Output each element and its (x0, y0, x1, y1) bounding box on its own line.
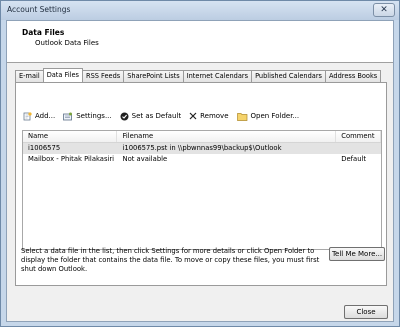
toolbar: Add... Settings... Set as Default Remove… (23, 110, 307, 122)
open-folder-button[interactable]: Open Folder... (236, 112, 300, 121)
title-bar[interactable]: Account Settings ✕ (1, 1, 399, 20)
tab-sharepoint-lists[interactable]: SharePoint Lists (123, 70, 184, 82)
column-header-comment[interactable]: Comment (336, 131, 381, 142)
header-title: Data Files (22, 28, 65, 37)
dialog-header: Data Files Outlook Data Files (7, 21, 393, 63)
remove-label: Remove (200, 112, 229, 120)
settings-icon (63, 112, 73, 120)
row-name: Mailbox - Phitak Pilakasiri (28, 155, 115, 163)
tab-email[interactable]: E-mail (15, 70, 44, 82)
account-settings-window: Account Settings ✕ Data Files Outlook Da… (0, 0, 400, 327)
open-folder-label: Open Folder... (250, 112, 300, 120)
add-button[interactable]: Add... (23, 111, 56, 121)
remove-x-icon (189, 112, 197, 120)
tab-strip: E-mail Data Files RSS Feeds SharePoint L… (15, 68, 382, 82)
description-text: Select a data file in the list, then cli… (21, 247, 320, 273)
set-as-default-button[interactable]: Set as Default (120, 112, 181, 121)
row-comment (336, 143, 381, 154)
tab-address-books[interactable]: Address Books (325, 70, 382, 82)
close-button[interactable]: Close (344, 305, 388, 319)
dialog-client-area: Data Files Outlook Data Files E-mail Dat… (6, 20, 394, 322)
row-name: i1006575 (28, 144, 61, 152)
list-row[interactable]: i1006575 i1006575.pst in \\pbwnnas99\bac… (23, 143, 381, 154)
remove-button[interactable]: Remove (189, 112, 229, 120)
header-subtitle: Outlook Data Files (35, 39, 99, 47)
set-default-label: Set as Default (131, 112, 182, 120)
add-label: Add... (35, 112, 56, 120)
row-filename: Not available (122, 155, 168, 163)
row-filename: i1006575.pst in \\pbwnnas99\backup$\Outl… (122, 144, 282, 152)
checkmark-circle-icon (120, 112, 129, 120)
tab-data-files[interactable]: Data Files (42, 68, 83, 82)
add-file-icon (23, 111, 32, 120)
row-comment: Default (341, 155, 367, 163)
tab-internet-calendars[interactable]: Internet Calendars (182, 70, 253, 82)
list-header: Name Filename Comment (23, 131, 381, 143)
data-files-list[interactable]: Name Filename Comment i1006575 i1006575.… (22, 130, 382, 250)
window-title: Account Settings (7, 5, 71, 14)
tell-me-more-button[interactable]: Tell Me More... (329, 247, 385, 261)
folder-icon (236, 112, 247, 121)
window-close-button[interactable]: ✕ (373, 3, 395, 17)
tab-rss-feeds[interactable]: RSS Feeds (82, 70, 125, 82)
column-header-filename[interactable]: Filename (117, 131, 337, 142)
settings-label: Settings... (76, 112, 112, 120)
list-row[interactable]: Mailbox - Phitak Pilakasiri Not availabl… (23, 154, 381, 165)
settings-button[interactable]: Settings... (63, 112, 112, 121)
tab-published-calendars[interactable]: Published Calendars (251, 70, 326, 82)
column-header-name[interactable]: Name (23, 131, 118, 142)
